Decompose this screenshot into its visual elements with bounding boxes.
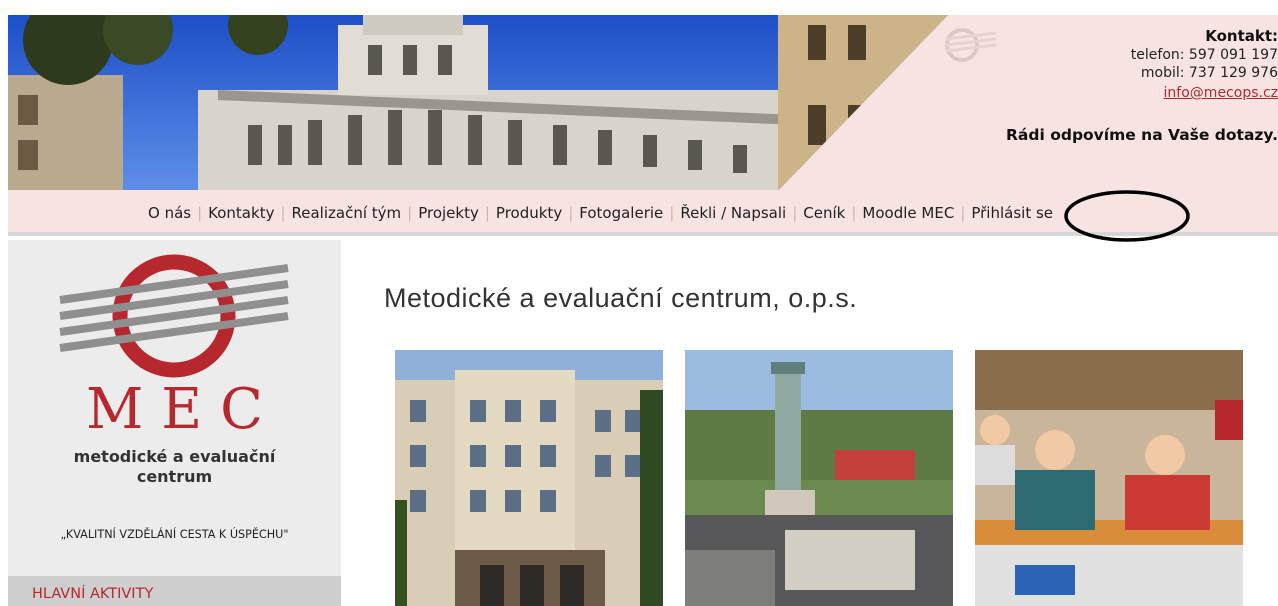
nav-item-produkty[interactable]: Produkty (490, 203, 568, 223)
photo-city-hall-tower (685, 350, 953, 606)
nav-list: O nás | Kontakty | Realizační tým | Proj… (142, 203, 1059, 223)
contact-mobile: mobil: 737 129 976 (1140, 65, 1278, 81)
nav-item-cenik[interactable]: Ceník (797, 203, 851, 223)
nav-item-kontakty[interactable]: Kontakty (202, 203, 280, 223)
sidebar: MEC metodické a evaluační centrum „KVALI… (8, 240, 341, 606)
nav-item-rekli-napsali[interactable]: Řekli / Napsali (674, 203, 792, 223)
logo-letters: MEC (85, 377, 282, 442)
nav-item-fotogalerie[interactable]: Fotogalerie (573, 203, 669, 223)
logo-name-line2: centrum (136, 467, 213, 486)
nav-item-projekty[interactable]: Projekty (412, 203, 485, 223)
main-activities-heading[interactable]: HLAVNÍ AKTIVITY (8, 576, 341, 606)
main-navigation: O nás | Kontakty | Realizační tým | Proj… (8, 190, 1278, 236)
nav-item-o-nas[interactable]: O nás (142, 203, 197, 223)
contact-title: Kontakt: (1205, 27, 1278, 45)
contact-box: Kontakt: telefon: 597 091 197 mobil: 737… (758, 15, 1278, 190)
photo-school-building (395, 350, 663, 606)
motto: „KVALITNÍ VZDĚLÁNÍ CESTA K ÚSPĚCHU" (60, 528, 289, 541)
nav-item-moodle-mec[interactable]: Moodle MEC (856, 203, 960, 223)
mec-logo-icon (54, 250, 294, 384)
logo-name-line1: metodické a evaluační (73, 447, 276, 466)
photo-classroom-children (975, 350, 1243, 606)
nav-item-realizacni-tym[interactable]: Realizační tým (286, 203, 408, 223)
contact-tagline: Rádi odpovíme na Vaše dotazy. (1006, 126, 1278, 144)
contact-email-link[interactable]: info@mecops.cz (1164, 84, 1278, 102)
page-title: Metodické a evaluační centrum, o.p.s. (384, 283, 858, 313)
nav-item-prihlasit-se[interactable]: Přihlásit se (965, 203, 1059, 223)
header-banner: Kontakt: telefon: 597 091 197 mobil: 737… (8, 15, 1278, 190)
logo-name: metodické a evaluační centrum (8, 447, 341, 487)
contact-phone: telefon: 597 091 197 (1130, 47, 1278, 63)
